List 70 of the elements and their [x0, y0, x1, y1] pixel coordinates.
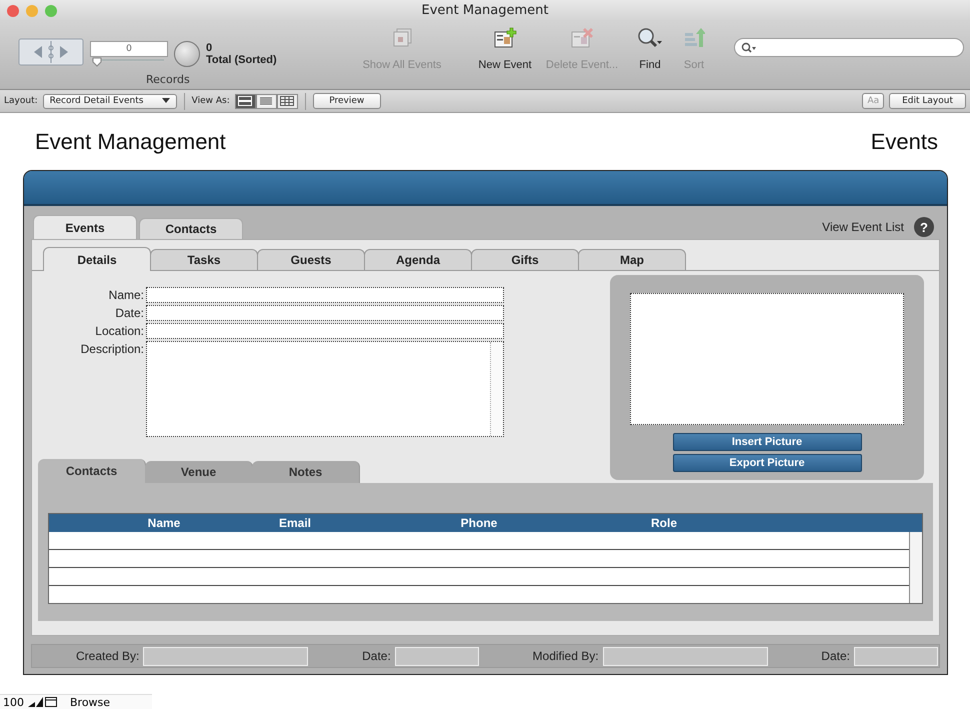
- view-mode-button[interactable]: [276, 94, 298, 109]
- input-field[interactable]: [146, 287, 504, 304]
- list-view-icon: [259, 96, 274, 106]
- scrollbar[interactable]: [909, 532, 922, 604]
- zoom-button[interactable]: [45, 5, 57, 17]
- caret-icon: [162, 98, 170, 104]
- found-count: 0: [206, 42, 214, 54]
- scrollbar[interactable]: [490, 342, 503, 436]
- tab[interactable]: Gifts: [471, 249, 579, 270]
- tab[interactable]: Notes: [252, 461, 360, 484]
- view-event-list-link[interactable]: View Event List: [822, 220, 904, 234]
- picture-button[interactable]: Insert Picture: [672, 433, 862, 452]
- zoom-controls-icon[interactable]: [27, 696, 57, 708]
- form-view-icon: [238, 96, 252, 106]
- field-label: Date:: [114, 305, 145, 322]
- records-label: Records: [146, 73, 191, 86]
- search-icon: [741, 42, 757, 54]
- tab[interactable]: Contacts: [38, 459, 146, 484]
- picture-button[interactable]: Export Picture: [672, 454, 862, 472]
- slider-thumb[interactable]: [92, 58, 102, 68]
- stacked-pages-icon: [391, 27, 413, 50]
- field-label: Description:: [80, 341, 145, 358]
- tab[interactable]: Events: [33, 215, 137, 240]
- search-field[interactable]: [734, 38, 964, 58]
- layout-label: Layout:: [4, 96, 38, 106]
- help-button[interactable]: ?: [914, 217, 934, 238]
- edit-layout-button[interactable]: Edit Layout: [889, 93, 966, 110]
- found-set-pie-icon: [174, 41, 200, 68]
- close-button[interactable]: [7, 5, 19, 17]
- tab[interactable]: Agenda: [364, 249, 472, 270]
- view-mode-button[interactable]: [234, 94, 256, 109]
- toolbar-button[interactable]: New Event: [472, 27, 538, 72]
- tab[interactable]: Tasks: [150, 249, 258, 270]
- search-icon: [637, 27, 663, 50]
- view-as-label: View As:: [192, 96, 230, 106]
- page-title: Event Management: [35, 128, 226, 155]
- section-title: Events: [870, 128, 938, 155]
- sort-icon: [683, 27, 705, 50]
- tab[interactable]: Contacts: [139, 218, 243, 240]
- picture-field[interactable]: [630, 293, 904, 426]
- field-label: Name:: [108, 287, 145, 304]
- field-label: Date:: [820, 649, 851, 664]
- record-slider[interactable]: [90, 57, 166, 68]
- window-title: Event Management: [421, 3, 548, 18]
- tab[interactable]: Map: [578, 249, 686, 270]
- zoom-level[interactable]: 100: [0, 696, 24, 709]
- input-field[interactable]: [146, 323, 504, 340]
- column-header: Role: [650, 516, 678, 530]
- view-mode-button[interactable]: [256, 94, 277, 109]
- tab[interactable]: Details: [43, 247, 151, 272]
- field-label: Modified By:: [532, 649, 600, 664]
- record-navigation-icon[interactable]: [18, 38, 84, 66]
- toolbar-button[interactable]: Find: [626, 27, 674, 72]
- layout-dropdown[interactable]: Record Detail Events: [42, 94, 177, 109]
- column-header: Email: [279, 516, 312, 530]
- found-label: Total (Sorted): [206, 54, 277, 66]
- minimize-button[interactable]: [26, 5, 38, 17]
- delete-record-icon: [570, 27, 594, 50]
- tab[interactable]: Guests: [257, 249, 365, 270]
- field-label: Date:: [361, 649, 392, 664]
- input-field[interactable]: [146, 305, 504, 322]
- new-record-icon: [493, 27, 517, 50]
- mode-label: Browse: [70, 696, 110, 709]
- tab[interactable]: Venue: [145, 461, 253, 484]
- column-header: Name: [146, 516, 182, 530]
- preview-button[interactable]: Preview: [312, 93, 381, 110]
- field-label: Created By:: [75, 649, 140, 664]
- field-label: Location:: [94, 323, 145, 340]
- column-header: Phone: [460, 516, 498, 530]
- table-view-icon: [280, 96, 294, 106]
